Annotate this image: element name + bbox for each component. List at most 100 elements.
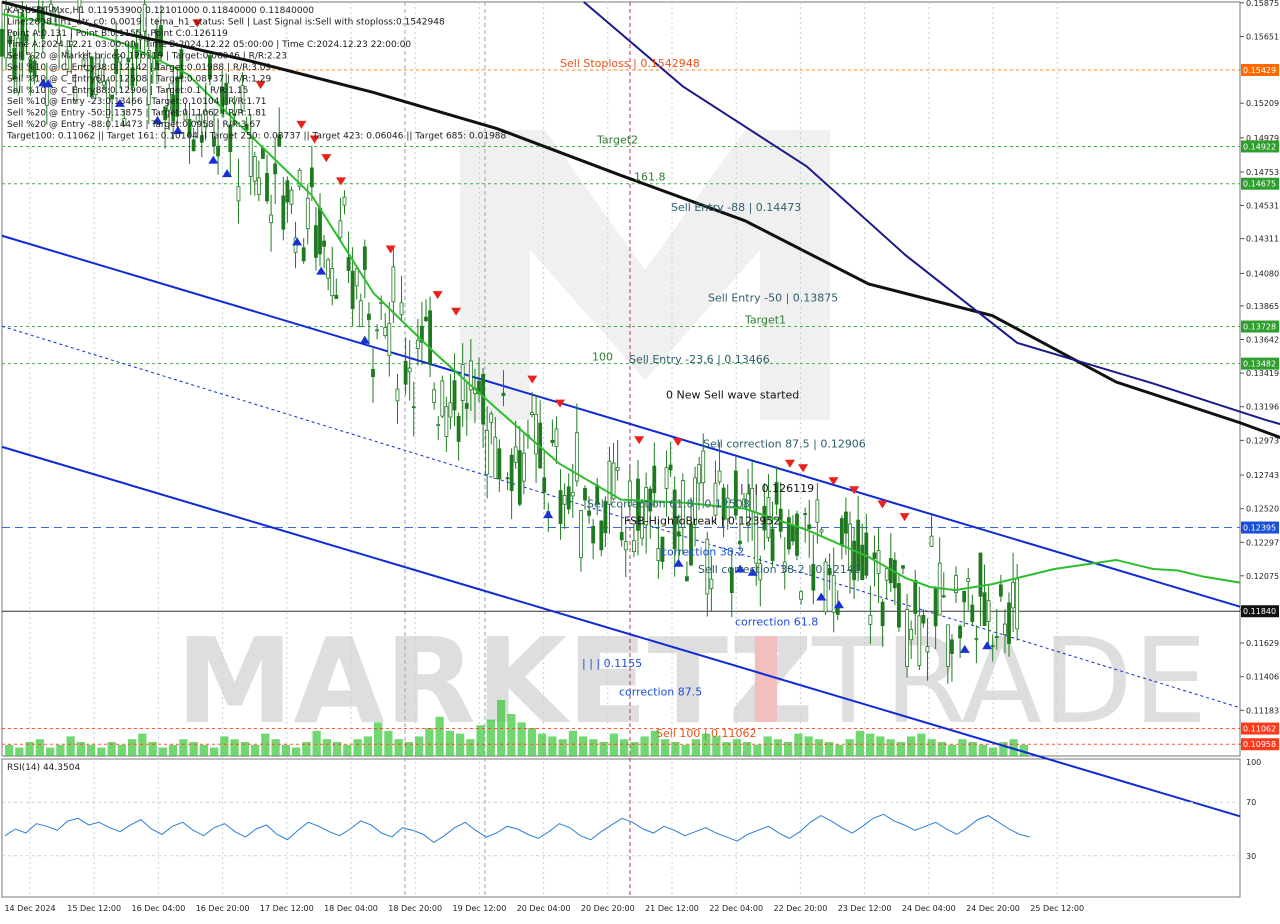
price-tick-label: 0.13642 [1246,335,1279,344]
volume-bar [199,744,208,756]
candle-body [709,578,714,589]
candle-body [901,565,905,569]
candle-body [481,374,485,425]
candle-body [517,450,522,505]
volume-bar [5,744,14,756]
candle-body [570,491,575,497]
level-label: correction 61.8 [735,615,818,628]
price-tick-label: 0.14311 [1246,235,1279,244]
candle-body [358,300,363,328]
volume-bar [794,733,803,756]
candle-body [566,486,571,510]
volume-bar [97,747,106,756]
candle-body [668,464,673,471]
candle-body [256,177,261,196]
candle-body [375,329,379,332]
info-line: Sell %10 @ C_Entry61:0.12508 | Target:0.… [7,74,271,84]
candle-body [362,246,367,270]
volume-bar [363,736,372,756]
time-tick-label: 17 Dec 12:00 [260,904,314,913]
candle-body [346,257,351,271]
volume-bar [609,733,618,756]
info-line: Line:2898 | h1_atr_c0: 0.0019 | tema_h1_… [7,17,445,27]
price-tick-label: 0.13419 [1246,369,1279,378]
price-tag: 0.10958 [1241,738,1279,751]
candle-body [656,548,661,561]
rsi-plot-area[interactable] [1,758,1241,898]
volume-bar [958,739,967,756]
volume-bar [394,739,403,756]
volume-bar [179,739,188,756]
rsi-tick-label: 70 [1246,798,1256,807]
candle-body [1011,582,1015,609]
level-label: Sell correction 38.2 | 0.12142 [698,563,861,576]
volume-bar [56,744,65,756]
candle-body [717,470,722,483]
volume-bar [691,739,700,756]
candle-body [395,388,400,402]
volume-bar [210,747,219,756]
candle-body [521,452,526,482]
volume-bar [66,736,75,756]
candle-body [314,225,318,258]
level-label: 100 [592,351,613,364]
time-tick-label: 20 Dec 20:00 [581,904,635,913]
time-tick-label: 23 Dec 12:00 [838,904,892,913]
candle-body [652,465,657,494]
volume-bar [425,728,434,756]
candle-body [301,247,306,262]
price-tag: 0.11062 [1241,722,1279,735]
candle-body [619,532,624,541]
chart-canvas[interactable]: MARKETZ I TRADE Sell Stoploss | 0.154294… [0,0,1280,920]
volume-bar [46,747,55,756]
candle-body [505,477,510,480]
level-label: Sell Entry -88 | 0.14473 [671,201,801,214]
volume-bar [927,739,936,756]
candle-body [383,327,388,337]
volume-bar [507,714,516,756]
level-label: 161.8 [634,171,666,184]
candle-body [799,591,803,600]
volume-bar [548,736,557,756]
candle-body [844,511,848,534]
time-tick-label: 16 Dec 04:00 [131,904,185,913]
price-tag-label: 0.15429 [1243,66,1276,75]
price-tag: 0.14675 [1241,177,1279,190]
candle-body [994,636,999,638]
info-line: Sell %10 @ C_Entry38:0.12142 | Target:0.… [7,63,271,73]
level-label: FSB-HighToBreak | 0.123952 [624,515,780,528]
candle-body [489,413,494,423]
candle-body [701,450,706,484]
time-tick-label: 18 Dec 04:00 [324,904,378,913]
candle-body [676,531,681,537]
time-tick-label: 19 Dec 12:00 [452,904,506,913]
candle-body [432,389,437,403]
price-tick-label: 0.14531 [1246,201,1279,210]
volume-bar [15,747,24,756]
candle-body [925,646,930,653]
candle-body [387,322,392,356]
volume-bar [117,744,126,756]
time-tick-label: 25 Dec 12:00 [1030,904,1084,913]
volume-bar [907,736,916,756]
candle-body [534,414,538,455]
volume-bar [948,744,957,756]
candle-body [884,568,889,581]
price-tick-label: 0.15875 [1246,0,1279,8]
candle-body [403,361,408,385]
time-tick-label: 18 Dec 20:00 [388,904,442,913]
candle-body [945,624,950,667]
price-tick-label: 0.11406 [1246,673,1279,682]
candle-body [970,604,975,622]
volume-bar [374,722,383,756]
info-line: Sell %10 @ Entry -23:0.13466 | Target:0.… [7,97,267,107]
candle-body [791,524,795,542]
chart-window[interactable]: MARKETZ I TRADE Sell Stoploss | 0.154294… [0,0,1280,920]
rsi-tick-label: 100 [1246,758,1261,767]
volume-bar [486,719,495,756]
price-tick-label: 0.13196 [1246,403,1279,412]
price-tag-label: 0.14922 [1243,142,1276,151]
candle-body [558,490,563,524]
candle-body [497,448,502,480]
volume-bar [384,730,393,756]
